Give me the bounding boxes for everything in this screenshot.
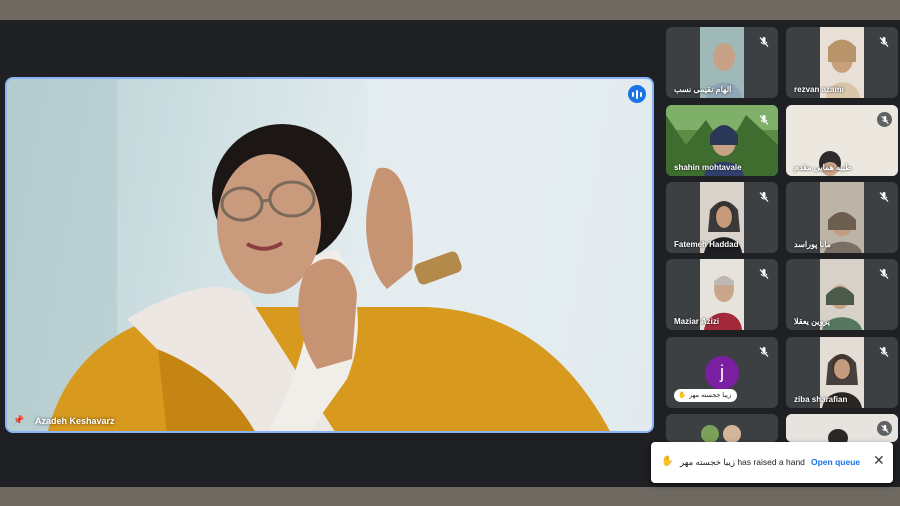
raised-hand-icon: ✋ (661, 456, 674, 467)
mic-off-icon (877, 421, 892, 436)
participant-tile[interactable]: rezvan azami (786, 27, 898, 98)
participant-name: زیبا خجسته مهر (689, 392, 732, 399)
window-bottom-strip (0, 487, 900, 506)
mic-off-icon (759, 269, 769, 279)
participant-name: الهام تقیمی نسب (674, 85, 732, 94)
participant-name: طیبه همایی مقدم (794, 163, 852, 172)
participant-name: shahin mohtavale (674, 163, 742, 172)
raised-hand-toast: ✋ زیبا خجسته مهر has raised a hand Open … (651, 442, 893, 483)
participant-tile[interactable]: shahin mohtavale (666, 105, 778, 176)
participant-name: ziba sharafian (794, 395, 848, 404)
mic-off-icon (877, 112, 892, 127)
participant-tile[interactable]: j ✋ زیبا خجسته مهر (666, 337, 778, 408)
participant-tile[interactable]: مانا پوراسد (786, 182, 898, 253)
participant-tile[interactable]: Fatemeh Haddad (666, 182, 778, 253)
presenter-name: Azadeh Keshavarz (35, 416, 115, 426)
pin-icon[interactable]: 📌 (13, 415, 24, 426)
main-video-tile[interactable]: 📌 Azadeh Keshavarz (5, 77, 654, 433)
participant-name: پروین یعقلا (794, 317, 830, 326)
open-queue-button[interactable]: Open queue (811, 457, 860, 467)
mic-off-icon (879, 192, 889, 202)
mic-off-icon (759, 347, 769, 357)
mic-off-icon (879, 347, 889, 357)
participant-tile-partial[interactable] (666, 414, 778, 442)
participant-tile[interactable]: ziba sharafian (786, 337, 898, 408)
mic-off-icon (879, 37, 889, 47)
participant-video (666, 414, 778, 442)
avatar: j (705, 356, 739, 390)
participant-name: مانا پوراسد (794, 240, 831, 249)
window-top-strip (0, 0, 900, 20)
participant-tile[interactable]: طیبه همایی مقدم (786, 105, 898, 176)
participant-tile[interactable]: Maziar Azizi (666, 259, 778, 330)
participant-tile[interactable]: پروین یعقلا (786, 259, 898, 330)
mic-off-icon (759, 37, 769, 47)
mic-off-icon (879, 269, 889, 279)
raised-hand-icon: ✋ (678, 392, 687, 399)
participant-tile-partial[interactable] (786, 414, 898, 442)
presenter-video (7, 79, 652, 431)
participant-tile[interactable]: الهام تقیمی نسب (666, 27, 778, 98)
participant-name: rezvan azami (794, 85, 844, 94)
speaking-indicator-icon (628, 85, 646, 103)
participant-name: Fatemeh Haddad (674, 240, 739, 249)
mic-off-icon (759, 115, 769, 125)
mic-off-icon (759, 192, 769, 202)
toast-message: زیبا خجسته مهر has raised a hand (680, 457, 805, 467)
raised-hand-chip: ✋ زیبا خجسته مهر (674, 389, 738, 402)
close-icon[interactable]: ✕ (873, 452, 885, 469)
participant-name: Maziar Azizi (674, 317, 720, 326)
